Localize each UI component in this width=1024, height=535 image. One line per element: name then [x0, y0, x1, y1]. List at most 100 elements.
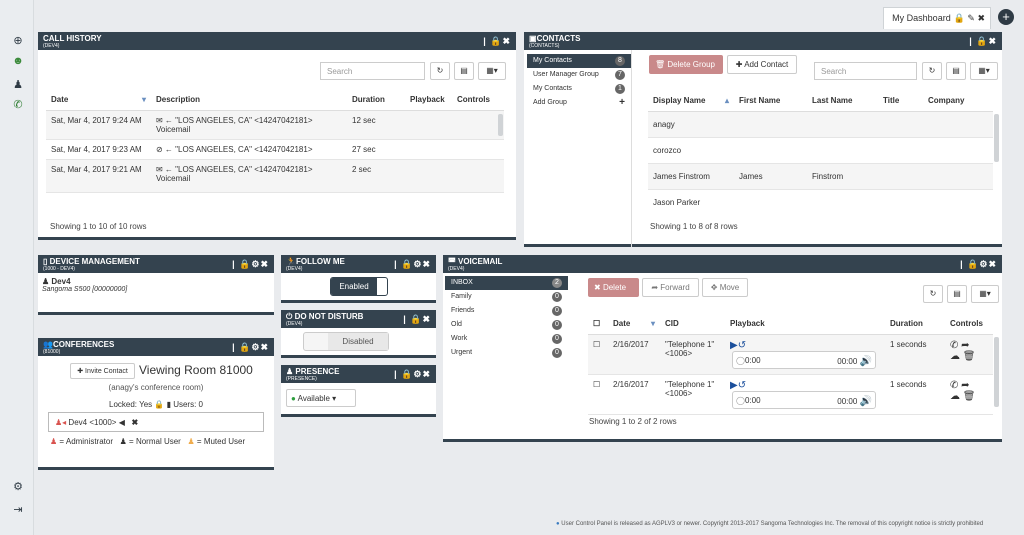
audio-player[interactable]: ▶↺◯0:00 00:00 🔊 [725, 374, 885, 415]
folder-family[interactable]: Family 0 [445, 290, 568, 304]
contacts-widget: ▣CONTACTS (CONTACTS) | 🔒✖ My Contacts 8 U… [524, 32, 1002, 247]
col-duration[interactable]: Duration [885, 313, 945, 335]
tab-controls-icon[interactable]: 🔒 ✎ ✖ [954, 13, 985, 23]
tab-my-dashboard[interactable]: My Dashboard 🔒 ✎ ✖ [883, 7, 991, 29]
device-entry[interactable]: ♟ Dev4 Sangoma S500 [00000000] [38, 273, 274, 297]
scrollbar[interactable] [498, 114, 503, 136]
presence-dropdown[interactable]: ● Available ▾ [286, 389, 356, 407]
voicemail-move-button[interactable]: ✥ Move [702, 278, 748, 297]
dnd-header: ⏻ DO NOT DISTURB (DEV4) | 🔒✖ [281, 310, 436, 328]
group-my-contacts[interactable]: My Contacts 8 [527, 54, 631, 68]
widget-title: ▣CONTACTS [529, 34, 581, 43]
widget-controls-icon[interactable]: | 🔒⚙✖ [394, 369, 431, 380]
row-checkbox[interactable]: ☐ [588, 334, 608, 375]
grid-menu-icon[interactable]: ▦▾ [971, 285, 999, 303]
refresh-icon[interactable]: ↻ [922, 62, 942, 80]
delete-group-button[interactable]: 🗑 Delete Group [649, 55, 723, 74]
vm-row-controls[interactable]: ✆ ➦ ☁ 🗑 [945, 374, 993, 415]
widget-controls-icon[interactable]: | 🔒⚙✖ [232, 259, 269, 270]
voicemail-header: ◚ VOICEMAIL (DEV4) | 🔒⚙✖ [443, 255, 1002, 273]
play-icon[interactable]: ▶↺ [730, 380, 746, 391]
cell-date: Sat, Mar 4, 2017 9:21 AM [46, 159, 151, 193]
phone-icon[interactable]: ✆ [10, 98, 26, 112]
columns-toggle-icon[interactable]: ▤ [946, 62, 966, 80]
refresh-icon[interactable]: ↻ [430, 62, 450, 80]
widget-lock-close-icon[interactable]: | 🔒✖ [483, 36, 511, 47]
call-history-search-input[interactable]: Search [320, 62, 425, 80]
table-row[interactable]: Jason Parker [648, 189, 993, 208]
side-nav: ⊕ ☻ ♟ ✆ ⚙ ⇥ [0, 0, 34, 535]
col-cid[interactable]: CID [660, 313, 725, 335]
grid-menu-icon[interactable]: ▦▾ [970, 62, 998, 80]
group-my-contacts-2[interactable]: My Contacts 1 [527, 82, 631, 96]
refresh-icon[interactable]: ↻ [923, 285, 943, 303]
participant-row[interactable]: ♟◂ Dev4 <1000> ◀ ✖ [48, 412, 264, 432]
col-last-name[interactable]: Last Name [807, 90, 878, 112]
widget-controls-icon[interactable]: | 🔒⚙✖ [394, 259, 431, 270]
conferences-widget: 👥CONFERENCES (81000) | 🔒⚙✖ ✚ Invite Cont… [38, 338, 274, 470]
widget-controls-icon[interactable]: | 🔒⚙✖ [232, 342, 269, 353]
col-date[interactable]: Date ▾ [46, 89, 151, 111]
col-company[interactable]: Company [923, 90, 993, 112]
cell-duration: 12 sec [347, 110, 405, 140]
col-title[interactable]: Title [878, 90, 923, 112]
row-checkbox[interactable]: ☐ [588, 374, 608, 415]
col-description[interactable]: Description [151, 89, 347, 111]
col-display-name[interactable]: Display Name ▴ [648, 90, 734, 112]
cell-duration: 2 sec [347, 159, 405, 193]
add-dashboard-icon[interactable]: + [998, 9, 1014, 25]
select-all-checkbox[interactable]: ☐ [588, 313, 608, 335]
voicemail-forward-button[interactable]: ➦ Forward [642, 278, 699, 297]
settings-gear-icon[interactable]: ⚙ [10, 480, 26, 494]
call-history-widget: CALL HISTORY (DEV4) | 🔒✖ Search ↻ ▤ ▦▾ D… [38, 32, 516, 240]
copyright-footer: ● User Control Panel is released as AGPL… [556, 521, 984, 527]
col-controls: Controls [945, 313, 993, 335]
widget-controls-icon[interactable]: | 🔒⚙✖ [960, 259, 997, 270]
contacts-search-input[interactable]: Search [814, 62, 917, 80]
folder-friends[interactable]: Friends 0 [445, 304, 568, 318]
user-avatar-icon[interactable]: ☻ [10, 55, 26, 69]
voicemail-folders: INBOX 2 Family 0 Friends 0 Old 0 Work 0 Urgen… [445, 276, 568, 360]
col-playback: Playback [725, 313, 885, 335]
cell-date: Sat, Mar 4, 2017 9:23 AM [46, 139, 151, 160]
widget-lock-close-icon[interactable]: | 🔒✖ [969, 36, 997, 47]
kick-icon[interactable]: ✖ [132, 418, 139, 427]
play-icon[interactable]: ▶↺ [730, 340, 746, 351]
dnd-toggle[interactable]: Disabled [303, 332, 389, 351]
invite-contact-button[interactable]: ✚ Invite Contact [70, 363, 135, 379]
table-row[interactable]: corozco [648, 137, 993, 164]
scrollbar[interactable] [994, 337, 999, 407]
folder-urgent[interactable]: Urgent 0 [445, 346, 568, 360]
grid-menu-icon[interactable]: ▦▾ [478, 62, 506, 80]
group-user-manager[interactable]: User Manager Group 7 [527, 68, 631, 82]
col-date[interactable]: Date ▾ [608, 313, 660, 335]
col-duration[interactable]: Duration [347, 89, 405, 111]
folder-old[interactable]: Old 0 [445, 318, 568, 332]
folder-work[interactable]: Work 0 [445, 332, 568, 346]
user-icon[interactable]: ♟ [10, 78, 26, 92]
table-row[interactable]: James Finstrom James Finstrom [648, 163, 993, 190]
columns-toggle-icon[interactable]: ▤ [454, 62, 474, 80]
logout-icon[interactable]: ⇥ [10, 503, 26, 517]
tab-label: My Dashboard [892, 13, 951, 23]
audio-player[interactable]: ▶↺◯0:00 00:00 🔊 [725, 334, 885, 375]
speaker-icon[interactable]: ◀ [119, 418, 125, 427]
conference-room-title: Viewing Room 81000 [139, 363, 253, 377]
folder-inbox[interactable]: INBOX 2 [445, 276, 568, 290]
columns-toggle-icon[interactable]: ▤ [947, 285, 967, 303]
col-first-name[interactable]: First Name [734, 90, 807, 112]
voicemail-delete-button[interactable]: ✖ Delete [588, 278, 639, 297]
admin-icon: ♟◂ [55, 418, 67, 427]
vm-row-controls[interactable]: ✆ ➦ ☁ 🗑 [945, 334, 993, 375]
add-contact-button[interactable]: ✚ Add Contact [727, 55, 797, 74]
add-widget-icon[interactable]: ⊕ [10, 34, 26, 48]
follow-me-toggle[interactable]: Enabled [330, 277, 388, 296]
widget-lock-close-icon[interactable]: | 🔒✖ [403, 314, 431, 325]
voicemail-widget: ◚ VOICEMAIL (DEV4) | 🔒⚙✖ INBOX 2 Family 0 … [443, 255, 1002, 442]
table-row[interactable]: anagy [648, 111, 993, 138]
add-group-item[interactable]: Add Group + [527, 96, 631, 110]
conference-room-subtitle: (anagy's conference room) [108, 383, 204, 392]
table-row: Sat, Mar 4, 2017 9:24 AM ✉ ← "LOS ANGELE… [46, 110, 504, 140]
scrollbar[interactable] [994, 114, 999, 162]
contacts-footer: Showing 1 to 8 of 8 rows [650, 222, 738, 231]
